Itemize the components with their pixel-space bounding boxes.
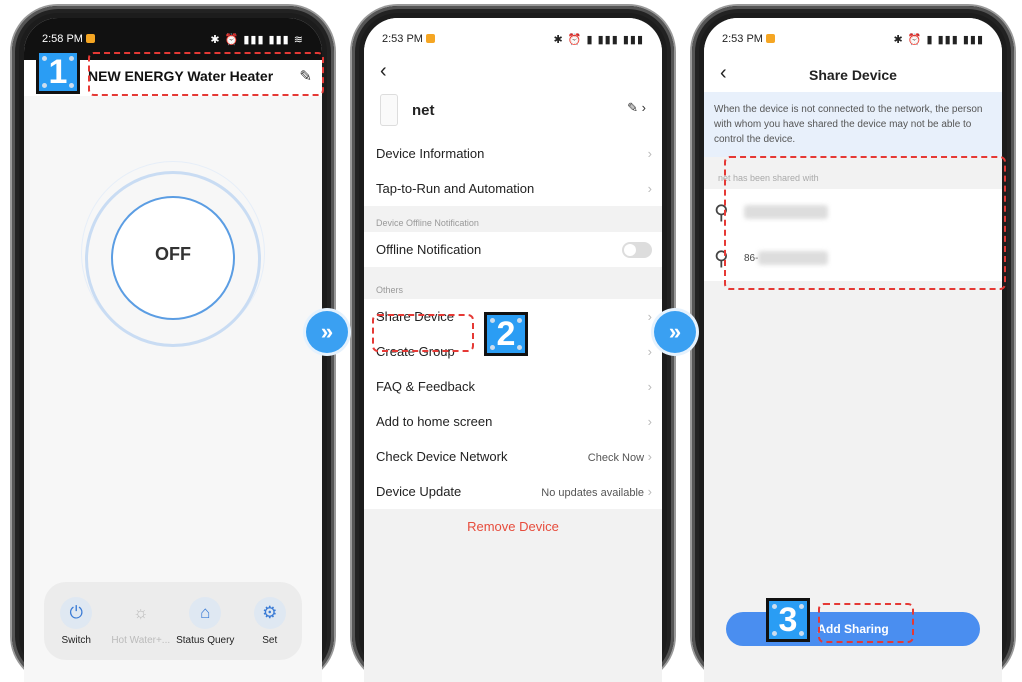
step-number-text: 1 <box>48 52 68 91</box>
home-search-icon: ⌂ <box>189 596 222 629</box>
row-label: Add to home screen <box>376 414 493 429</box>
switch-control[interactable]: ⏻ Switch <box>45 596 107 646</box>
row-device-information[interactable]: Device Information › <box>364 136 662 171</box>
section-others: Others <box>364 277 662 299</box>
control-bar: ⏻ Switch ☼ Hot Water+... ⌂ Status Query … <box>44 582 302 660</box>
divider <box>364 267 662 277</box>
row-device-update[interactable]: Device Update No updates available › <box>364 474 662 509</box>
status-bar: 2:53 PM ✱ ⏰ ▮ ▮▮▮ ▮▮▮ <box>704 18 1002 60</box>
power-icon: ⏻ <box>60 596 93 629</box>
device-name-row[interactable]: net ✎ › <box>364 84 662 136</box>
set-control[interactable]: ⚙ Set <box>239 596 301 646</box>
highlight-share-device <box>372 314 474 352</box>
clock: 2:58 PM <box>42 33 83 45</box>
clock: 2:53 PM <box>382 33 423 45</box>
set-label: Set <box>262 634 278 646</box>
notification-icon <box>425 34 435 43</box>
switch-label: Switch <box>61 634 91 646</box>
row-value: No updates available <box>541 487 645 499</box>
chevron-right-icon: › <box>647 484 652 499</box>
row-add-to-home[interactable]: Add to home screen › <box>364 404 662 439</box>
sun-icon: ☼ <box>132 602 149 622</box>
status-query-label: Status Query <box>176 634 235 646</box>
next-step-arrow-icon: » <box>306 311 348 353</box>
clock: 2:53 PM <box>722 33 763 45</box>
section-offline-notification: Device Offline Notification <box>364 210 662 232</box>
step-number-text: 2 <box>496 314 516 353</box>
row-offline-notification: Offline Notification <box>364 232 662 267</box>
notification-icon <box>765 34 775 43</box>
row-value: Check Now <box>587 452 645 464</box>
chevron-right-icon: › <box>647 414 652 429</box>
highlight-shared-contacts <box>724 156 1006 290</box>
next-step-arrow-icon: » <box>654 311 696 353</box>
status-bar: 2:53 PM ✱ ⏰ ▮ ▮▮▮ ▮▮▮ <box>364 18 662 60</box>
chevron-right-icon: › <box>647 449 652 464</box>
highlight-add-sharing <box>818 603 914 643</box>
row-label: Check Device Network <box>376 449 508 464</box>
status-icons: ✱ ⏰ ▮ ▮▮▮ ▮▮▮ <box>893 33 984 46</box>
screen-share-device: 2:53 PM ✱ ⏰ ▮ ▮▮▮ ▮▮▮ ‹ Share Device Whe… <box>704 18 1002 682</box>
hot-water-label: Hot Water+... <box>111 634 171 646</box>
chevron-right-icon: › <box>647 344 652 359</box>
step-number-text: 3 <box>778 600 798 639</box>
page-title: Share Device <box>809 67 897 83</box>
phone-3: 2:53 PM ✱ ⏰ ▮ ▮▮▮ ▮▮▮ ‹ Share Device Whe… <box>692 6 1014 682</box>
step-number-3: 3 <box>766 598 810 642</box>
status-icons: ✱ ⏰ ▮ ▮▮▮ ▮▮▮ <box>553 33 644 46</box>
row-check-network[interactable]: Check Device Network Check Now › <box>364 439 662 474</box>
notification-icon <box>85 34 95 43</box>
row-faq-feedback[interactable]: FAQ & Feedback › <box>364 369 662 404</box>
screen-water-heater: 2:58 PM ✱ ⏰ ▮▮▮ ▮▮▮ ≋ NEW ENERGY Water H… <box>24 18 322 682</box>
row-label: Device Update <box>376 484 462 499</box>
gear-icon: ⚙ <box>253 596 286 629</box>
power-state-label: OFF <box>155 244 191 264</box>
status-query-control[interactable]: ⌂ Status Query <box>174 596 236 646</box>
row-tap-to-run[interactable]: Tap-to-Run and Automation › <box>364 171 662 206</box>
hot-water-control[interactable]: ☼ Hot Water+... <box>110 597 172 646</box>
row-label: FAQ & Feedback <box>376 379 475 394</box>
chevron-right-icon: › <box>647 379 652 394</box>
chevron-right-icon: › <box>647 309 652 324</box>
nav-bar: ‹ Share Device <box>704 60 1002 92</box>
device-name: net <box>412 101 435 119</box>
row-label: Device Information <box>376 146 485 161</box>
row-label: Offline Notification <box>376 242 482 257</box>
status-icons: ✱ ⏰ ▮▮▮ ▮▮▮ ≋ <box>210 33 304 46</box>
phone-1: 2:58 PM ✱ ⏰ ▮▮▮ ▮▮▮ ≋ NEW ENERGY Water H… <box>12 6 334 682</box>
back-arrow-icon[interactable]: ‹ <box>380 60 387 82</box>
offline-notice: When the device is not connected to the … <box>704 92 1002 157</box>
device-thumbnail <box>380 94 398 126</box>
step-number-1: 1 <box>36 50 80 94</box>
chevron-right-icon: › <box>647 146 652 161</box>
remove-device-button[interactable]: Remove Device <box>364 509 662 534</box>
offline-toggle[interactable] <box>622 241 652 258</box>
highlight-device-title <box>88 52 324 96</box>
step-number-2: 2 <box>484 312 528 356</box>
edit-icon[interactable]: ✎ › <box>627 100 646 116</box>
chevron-right-icon: › <box>647 181 652 196</box>
row-label: Tap-to-Run and Automation <box>376 181 535 196</box>
nav-bar: ‹ <box>364 60 662 84</box>
